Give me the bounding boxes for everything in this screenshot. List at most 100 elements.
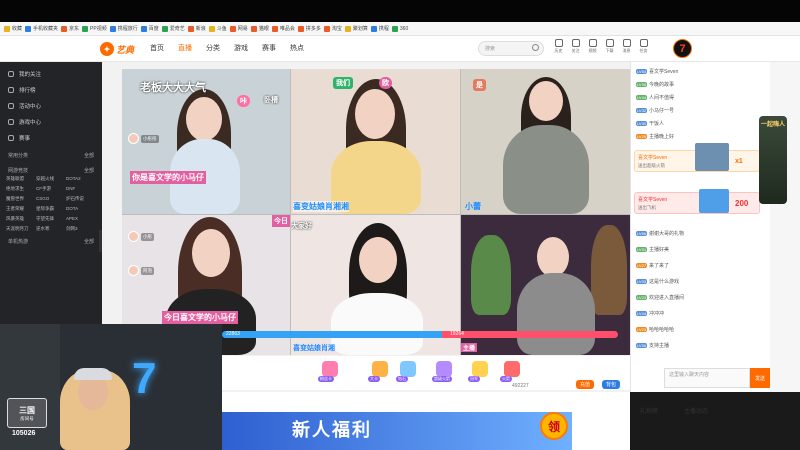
header-action-label: 关注	[571, 48, 580, 53]
gift-icon[interactable]	[400, 361, 416, 377]
browser-title-bar	[0, 0, 800, 22]
nav-item[interactable]: 分类	[206, 43, 220, 53]
rank-badge[interactable]: 一起嗨人	[759, 116, 787, 204]
sidebar-section-more[interactable]: 全部	[84, 238, 94, 245]
sidebar-category-link[interactable]: APEX	[66, 216, 96, 222]
bookmark-item[interactable]: 百度	[140, 25, 159, 32]
bookmark-item[interactable]: 唯品会	[271, 25, 295, 32]
site-logo[interactable]: ✦ 艺典	[100, 40, 136, 58]
reward-coin-button[interactable]: 领	[540, 412, 568, 440]
sidebar-category-link[interactable]: CSGO	[36, 196, 66, 202]
multi-stream-grid[interactable]: 老板大大大气 咔 卧槽 小彤彤 你是喜文学的小马仔 我们 欧 喜变姑娘肖湘湘 是…	[122, 69, 630, 355]
sidebar-category-link[interactable]: DOTA	[66, 206, 96, 212]
sidebar-category-link[interactable]: 英雄联盟	[6, 176, 36, 182]
header-action[interactable]: 下载	[604, 39, 615, 54]
nav-item[interactable]: 热点	[290, 43, 304, 53]
sidebar-category-link[interactable]: 穿越火线	[36, 176, 66, 182]
bookmark-item[interactable]: 网易	[229, 25, 248, 32]
chat-message: LV29 主播晚上好	[636, 133, 674, 140]
nav-item[interactable]: 赛事	[262, 43, 276, 53]
sidebar-item[interactable]: 赛事	[0, 130, 102, 146]
chat-message: LV54 喜文学Seven	[636, 68, 678, 75]
bookmark-item[interactable]: 猫眼	[250, 25, 269, 32]
header-action[interactable]: 关注	[570, 39, 581, 54]
sidebar-section-more[interactable]: 全部	[84, 152, 94, 159]
gift-icon[interactable]	[322, 361, 338, 377]
chat-message: LV31 主播好美	[636, 246, 669, 253]
streamer-name: 小彤	[141, 232, 154, 241]
bookmark-item[interactable]: 携程	[370, 25, 389, 32]
gift-icon[interactable]	[436, 361, 452, 377]
header-action[interactable]: 任务	[638, 39, 649, 54]
sidebar-category-link[interactable]: 剑网3	[66, 226, 96, 232]
sidebar-item[interactable]: 排行榜	[0, 82, 102, 98]
stream-tile[interactable]: 我们 欧 喜变姑娘肖湘湘	[291, 69, 460, 214]
caption-text: 小蕾	[465, 202, 481, 211]
user-avatar[interactable]: 7	[673, 39, 692, 58]
bookmark-item[interactable]: 收藏	[4, 25, 22, 32]
sidebar-item-icon	[8, 87, 14, 93]
bookmark-item[interactable]: 手机收藏夹	[25, 25, 58, 32]
rank-badge-text: 一起嗨人	[761, 122, 786, 128]
streamer-body	[331, 293, 423, 355]
header-action[interactable]: 视频	[587, 39, 598, 54]
bookmark-favicon-icon	[82, 25, 89, 32]
search-icon[interactable]	[532, 44, 539, 51]
sidebar-section-more[interactable]: 全部	[84, 167, 94, 174]
bookmark-item[interactable]: 拼多多	[297, 25, 321, 32]
nav-item[interactable]: 直播	[178, 43, 192, 53]
cam-cap	[74, 368, 112, 380]
bookmark-item[interactable]: 斗鱼	[208, 25, 227, 32]
sidebar-category-link[interactable]: 炉石传说	[66, 196, 96, 202]
header-action-label: 下载	[605, 48, 614, 53]
sidebar-category-link[interactable]: DOTA2	[66, 176, 96, 182]
bookmark-item[interactable]: 携程旅行	[109, 25, 138, 32]
bookmark-item[interactable]: 聚划算	[344, 25, 368, 32]
backpack-button[interactable]: 背包	[602, 380, 621, 389]
chat-input[interactable]: 这里输入聊天内容	[664, 368, 750, 388]
recharge-button[interactable]: 充值	[576, 380, 595, 389]
bookmark-item[interactable]: 京东	[61, 25, 79, 32]
nav-item[interactable]: 首页	[150, 43, 164, 53]
stream-tile[interactable]: 是 小蕾	[461, 69, 630, 214]
sidebar-category-link[interactable]: 绝地求生	[6, 186, 36, 192]
sidebar-item[interactable]: 游戏中心	[0, 114, 102, 130]
channel-logo: 三国 房间号	[7, 398, 47, 428]
tab-anchor-news[interactable]: 主播动态	[684, 406, 708, 415]
gift-icon[interactable]	[504, 361, 520, 377]
bookmark-item[interactable]: 新浪	[187, 25, 206, 32]
sidebar-category-link[interactable]: 逆水寒	[36, 226, 66, 232]
bookmark-label: 百度	[148, 26, 159, 32]
send-button[interactable]: 发送	[750, 368, 770, 388]
stream-tile[interactable]: 老板大大大气 咔 卧槽 小彤彤 你是喜文学的小马仔	[122, 69, 290, 214]
overlay-text: 老板大大大气	[140, 82, 206, 94]
bookmark-item[interactable]: PP视频	[82, 25, 107, 32]
sidebar-category-link[interactable]: 王者荣耀	[6, 206, 36, 212]
header-action[interactable]: 消息	[621, 39, 632, 54]
bookmark-item[interactable]: 360	[391, 25, 408, 32]
header-action[interactable]: 历史	[553, 39, 564, 54]
nav-item[interactable]: 游戏	[234, 43, 248, 53]
promo-banner[interactable]: 新人福利	[222, 412, 572, 450]
bookmark-item[interactable]: 爱奇艺	[161, 25, 185, 32]
sidebar-item[interactable]: 活动中心	[0, 98, 102, 114]
bookmark-item[interactable]: 淘宝	[323, 25, 342, 32]
chat-message: LV27 来了来了	[636, 262, 669, 269]
sidebar-category-link[interactable]: 天涯明月刀	[6, 226, 36, 232]
sidebar-item[interactable]: 我的关注	[0, 66, 102, 82]
sidebar-category-link[interactable]: 星际争霸	[36, 206, 66, 212]
user-level-badge: LV30	[636, 121, 648, 126]
sidebar-category-link[interactable]: 守望先锋	[36, 216, 66, 222]
bookmark-favicon-icon	[187, 25, 194, 32]
sidebar-category-link[interactable]: 魔兽世界	[6, 196, 36, 202]
tab-gift-rank[interactable]: 礼物榜	[640, 406, 658, 415]
main-nav: 首页 直播 分类 游戏 赛事 热点	[150, 43, 304, 53]
gift-icon[interactable]	[472, 361, 488, 377]
sidebar-category-link[interactable]: DNF	[66, 186, 96, 192]
user-level-badge: LV29	[636, 134, 648, 139]
gift-icon[interactable]	[372, 361, 388, 377]
streamer-face	[359, 237, 397, 283]
left-sidebar: 我的关注 排行榜 活动中心 游戏中心 赛事 常用分类 全部 网游竞技 全部 英雄联盟 穿越…	[0, 62, 102, 324]
sidebar-category-link[interactable]: 风暴英雄	[6, 216, 36, 222]
sidebar-category-link[interactable]: CF手游	[36, 186, 66, 192]
